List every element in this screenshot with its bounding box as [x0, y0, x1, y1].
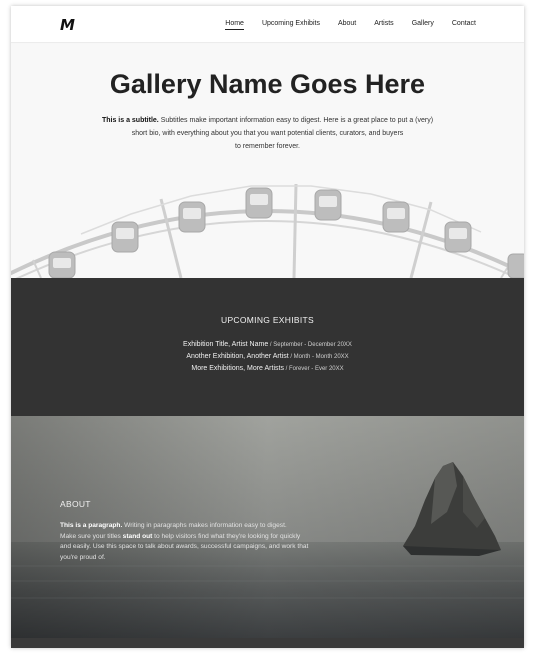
list-item: More Exhibitions, More Artists / Forever…	[11, 363, 524, 375]
about-line-2a: Make sure your titles	[60, 532, 123, 540]
about-lead: This is a paragraph.	[60, 522, 123, 529]
list-item: Another Exhibition, Another Artist / Mon…	[11, 351, 524, 363]
upcoming-exhibits-section: UPCOMING EXHIBITS Exhibition Title, Arti…	[11, 278, 524, 416]
about-line-3: and easily. Use this space to talk about…	[60, 543, 309, 550]
nav-links: Home Upcoming Exhibits About Artists Gal…	[207, 20, 476, 30]
footer-strip	[11, 638, 524, 648]
about-heading: ABOUT	[60, 499, 91, 509]
nav-link-artists[interactable]: Artists	[374, 20, 393, 30]
about-paragraph: This is a paragraph. Writing in paragrap…	[60, 521, 322, 563]
top-navigation: M Home Upcoming Exhibits About Artists G…	[11, 6, 524, 43]
exhibit-list: Exhibition Title, Artist Name / Septembe…	[11, 339, 524, 375]
exhibit-date: / Month - Month 20XX	[288, 354, 349, 360]
exhibit-date: / September - December 20XX	[268, 342, 352, 348]
nav-link-contact[interactable]: Contact	[452, 20, 476, 30]
subtitle-lead: This is a subtitle.	[101, 117, 159, 124]
subtitle-line-2: short bio, with everything about you tha…	[131, 130, 404, 137]
nav-link-upcoming-exhibits[interactable]: Upcoming Exhibits	[262, 20, 320, 30]
about-line-1: Writing in paragraphs makes information …	[122, 522, 287, 529]
nav-link-about[interactable]: About	[338, 20, 356, 30]
about-section: ABOUT This is a paragraph. Writing in pa…	[11, 416, 524, 638]
about-line-4: you're proud of.	[60, 553, 106, 561]
list-item: Exhibition Title, Artist Name / Septembe…	[11, 339, 524, 351]
nav-link-home[interactable]: Home	[225, 20, 244, 30]
about-emphasis: stand out	[122, 532, 153, 540]
page-title: Gallery Name Goes Here	[109, 69, 426, 99]
nav-link-gallery[interactable]: Gallery	[412, 20, 434, 30]
subtitle-line-3: to remember forever.	[235, 143, 300, 150]
exhibit-title: Another Exhibition, Another Artist	[186, 353, 289, 360]
site-logo[interactable]: M	[60, 16, 75, 34]
upcoming-exhibits-heading: UPCOMING EXHIBITS	[221, 315, 314, 325]
subtitle-line-1: Subtitles make important information eas…	[158, 117, 434, 124]
page-frame: M Home Upcoming Exhibits About Artists G…	[11, 6, 524, 648]
exhibit-date: / Forever - Ever 20XX	[283, 366, 344, 372]
about-line-2c: to help visitors find what they're looki…	[152, 532, 301, 540]
hero-subtitle: This is a subtitle. Subtitles make impor…	[101, 114, 434, 153]
hero-section: Gallery Name Goes Here This is a subtitl…	[11, 44, 524, 278]
ferris-wheel-image	[11, 183, 524, 278]
exhibit-title: Exhibition Title, Artist Name	[183, 341, 269, 348]
exhibit-title: More Exhibitions, More Artists	[191, 365, 284, 372]
